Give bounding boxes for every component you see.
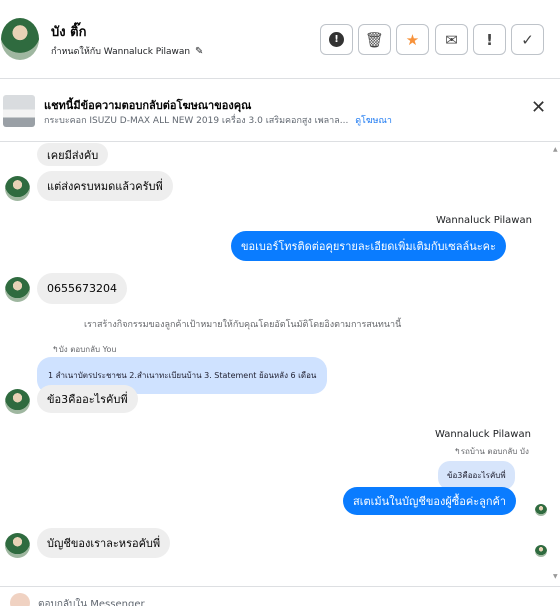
close-icon[interactable]: ✕	[531, 99, 546, 117]
star-icon: ★	[405, 30, 420, 49]
incoming-message: เคยมีส่งคับ	[37, 143, 109, 166]
sender-name: Wannaluck Pilawan	[435, 429, 531, 440]
contact-avatar-small[interactable]	[5, 389, 30, 414]
trash-icon: 🗑	[364, 30, 385, 49]
ad-banner-subtitle: กระบะคอก ISUZU D-MAX ALL NEW 2019 เครื่อ…	[44, 113, 392, 127]
incoming-message: แต่ส่งครบหมดแล้วครับพี่	[37, 171, 173, 201]
ad-description: กระบะคอก ISUZU D-MAX ALL NEW 2019 เครื่อ…	[44, 116, 349, 126]
contact-avatar-small[interactable]	[5, 277, 30, 302]
reply-input[interactable]: ตอบกลับใน Messenger	[38, 597, 145, 606]
info-icon: !	[329, 32, 344, 47]
quoted-message[interactable]: ข้อ3คืออะไรคับพี่	[438, 461, 515, 490]
incoming-message: ข้อ3คืออะไรคับพี่	[37, 385, 138, 413]
pencil-icon[interactable]: ✎	[195, 46, 203, 57]
scroll-down-icon[interactable]: ▼	[553, 573, 558, 580]
contact-avatar-small[interactable]	[5, 533, 30, 558]
contact-avatar[interactable]	[1, 18, 39, 60]
reply-indicator: ↰บัง ตอบกลับ You	[52, 345, 117, 354]
scroll-up-icon[interactable]: ▲	[553, 146, 558, 153]
assignee-text: กำหนดให้กับ Wannaluck Pilawan	[51, 47, 191, 57]
star-button[interactable]: ★	[396, 24, 429, 55]
spam-button[interactable]: !	[473, 24, 506, 55]
reply-indicator: ↰รถบ้าน ตอบกลับ บัง	[454, 447, 529, 456]
archive-icon: ✉	[445, 30, 458, 49]
read-receipt-avatar	[535, 545, 547, 557]
ad-thumbnail[interactable]	[3, 95, 35, 127]
view-ad-link[interactable]: ดูโฆษณา	[355, 116, 392, 126]
contact-name[interactable]: บัง ติ๊ก	[51, 21, 86, 42]
mark-done-button[interactable]: ✓	[511, 24, 544, 55]
page-avatar	[10, 593, 30, 606]
conversation-header: บัง ติ๊ก กำหนดให้กับ Wannaluck Pilawan ✎…	[0, 0, 560, 79]
incoming-message: 0655673204	[37, 273, 127, 304]
sender-name: Wannaluck Pilawan	[436, 215, 532, 226]
checkmark-icon: ✓	[521, 30, 534, 49]
reply-composer[interactable]: ตอบกลับใน Messenger	[0, 586, 560, 606]
outgoing-message: ขอเบอร์โทรติดต่อคุยรายละเอียดเพิ่มเติมกั…	[231, 231, 506, 261]
read-receipt-avatar	[535, 504, 547, 516]
outgoing-message: สเตเม้นในบัญชีของผู้ซื้อค่ะลูกค้า	[343, 487, 517, 515]
thread-scrollbar[interactable]: ▲ ▼	[553, 146, 559, 580]
contact-avatar-small[interactable]	[5, 176, 30, 201]
ad-banner-title: แชทนี้มีข้อความตอบกลับต่อโฆษณาของคุณ	[44, 99, 252, 112]
incoming-message: บัญชีของเราละหรอคับพี่	[37, 528, 171, 558]
ad-reply-banner: แชทนี้มีข้อความตอบกลับต่อโฆษณาของคุณ กระ…	[0, 80, 560, 142]
delete-button[interactable]: 🗑	[358, 24, 391, 55]
warning-icon: !	[486, 30, 493, 49]
archive-button[interactable]: ✉	[435, 24, 468, 55]
info-button[interactable]: !	[320, 24, 353, 55]
system-notice: เราสร้างกิจกรรมของลูกค้าเป้าหมายให้กับคุ…	[84, 320, 402, 330]
assignee-label[interactable]: กำหนดให้กับ Wannaluck Pilawan ✎	[51, 44, 203, 58]
message-thread[interactable]: เคยมีส่งคับ แต่ส่งครบหมดแล้วครับพี่ Wann…	[0, 143, 560, 583]
